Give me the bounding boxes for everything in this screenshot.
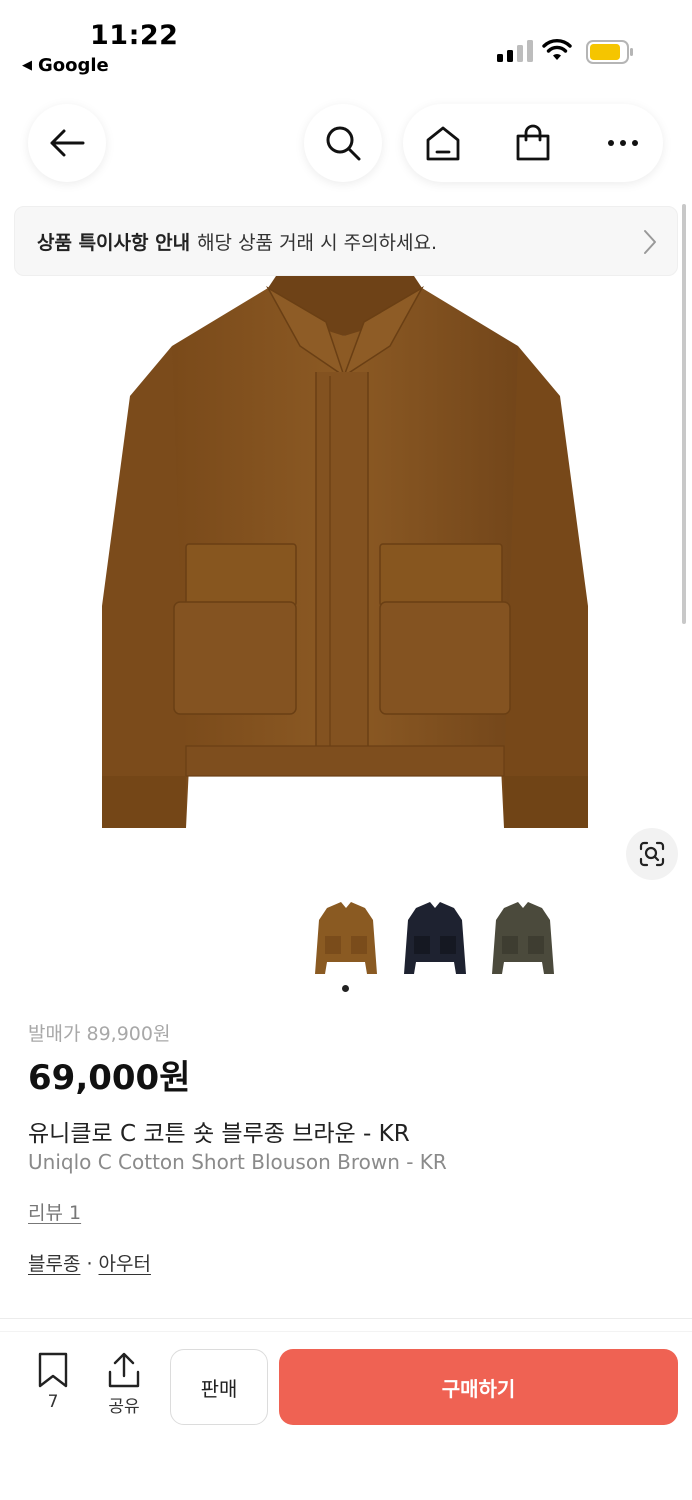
nav-actions-group <box>403 104 663 182</box>
chevron-right-icon <box>644 230 656 254</box>
battery-icon <box>586 40 633 64</box>
product-name-en: Uniqlo C Cotton Short Blouson Brown - KR <box>28 1150 447 1174</box>
image-page-indicator <box>342 985 349 992</box>
wifi-icon <box>542 39 572 60</box>
current-price: 69,000원 <box>28 1058 191 1098</box>
back-app-label: Google <box>38 55 109 76</box>
divider <box>0 1331 692 1332</box>
share-label: 공유 <box>108 1397 140 1417</box>
divider <box>0 1318 692 1319</box>
category-link-outer[interactable]: 아우터 <box>99 1253 151 1275</box>
home-icon <box>426 126 460 161</box>
notice-title: 상품 특이사항 안내 <box>37 231 191 254</box>
category-separator: · <box>86 1253 93 1275</box>
bookmark-count: 7 <box>47 1392 59 1412</box>
bag-button[interactable] <box>493 104 573 182</box>
product-notice-banner[interactable]: 상품 특이사항 안내 해당 상품 거래 시 주의하세요. <box>14 206 678 276</box>
bookmark-button[interactable]: 7 <box>28 1350 78 1420</box>
scroll-indicator[interactable] <box>682 204 686 624</box>
share-button[interactable]: 공유 <box>96 1350 152 1420</box>
shopping-bag-icon <box>516 124 550 161</box>
bookmark-icon <box>38 1352 68 1388</box>
more-button[interactable] <box>583 104 663 182</box>
product-name-ko: 유니클로 C 코튼 숏 블루종 브라운 - KR <box>28 1121 410 1147</box>
status-bar: 11:22 ◀ Google <box>0 0 692 90</box>
search-icon <box>326 126 361 161</box>
home-button[interactable] <box>403 104 483 182</box>
thumbnail-brown[interactable] <box>311 900 381 978</box>
review-link[interactable]: 리뷰 1 <box>28 1198 81 1225</box>
back-triangle-icon: ◀ <box>22 58 32 73</box>
thumbnail-navy[interactable] <box>400 900 470 978</box>
search-button[interactable] <box>304 104 382 182</box>
thumbnail-olive[interactable] <box>488 900 558 978</box>
cellular-signal-icon <box>497 40 533 62</box>
share-icon <box>108 1352 140 1388</box>
product-image[interactable] <box>90 276 600 836</box>
original-price: 발매가 89,900원 <box>28 1023 171 1045</box>
image-search-button[interactable] <box>626 828 678 880</box>
back-to-app[interactable]: ◀ Google <box>22 55 109 76</box>
category-link-blouson[interactable]: 블루종 <box>28 1253 80 1275</box>
notice-text: 해당 상품 거래 시 주의하세요. <box>197 231 438 254</box>
more-horizontal-icon <box>608 140 638 146</box>
sell-button[interactable]: 판매 <box>170 1349 268 1425</box>
arrow-left-icon <box>50 129 85 157</box>
color-thumbnails <box>0 900 692 980</box>
back-button[interactable] <box>28 104 106 182</box>
status-time: 11:22 <box>90 20 179 51</box>
image-search-icon <box>639 841 665 867</box>
buy-button[interactable]: 구매하기 <box>279 1349 678 1425</box>
category-links: 블루종 · 아우터 <box>28 1249 151 1276</box>
